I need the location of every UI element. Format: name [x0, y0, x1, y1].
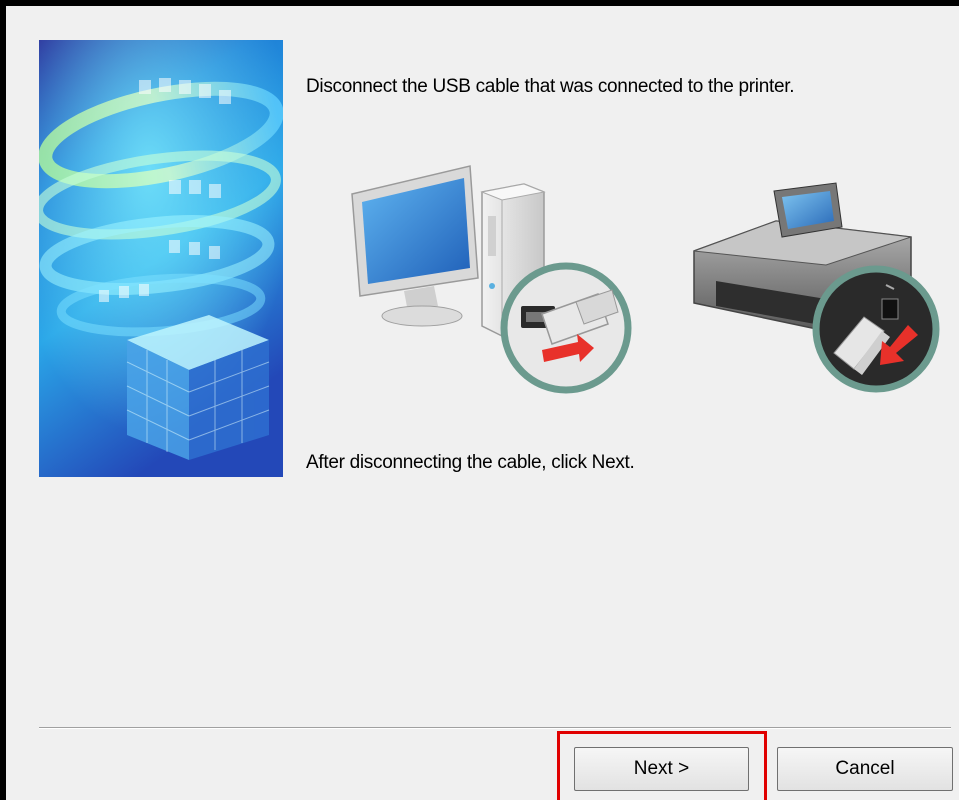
- side-banner-image: [39, 40, 283, 477]
- instruction-click-next-text: After disconnecting the cable, click Nex…: [306, 452, 635, 473]
- setup-dialog: Disconnect the USB cable that was connec…: [0, 0, 959, 800]
- button-bar-separator: [39, 727, 951, 729]
- computer-usb-disconnect-illustration: [351, 165, 632, 394]
- printer-usb-disconnect-illustration: [693, 182, 940, 393]
- next-button[interactable]: Next >: [574, 747, 749, 791]
- cancel-button[interactable]: Cancel: [777, 747, 953, 791]
- instruction-disconnect-text: Disconnect the USB cable that was connec…: [306, 76, 795, 97]
